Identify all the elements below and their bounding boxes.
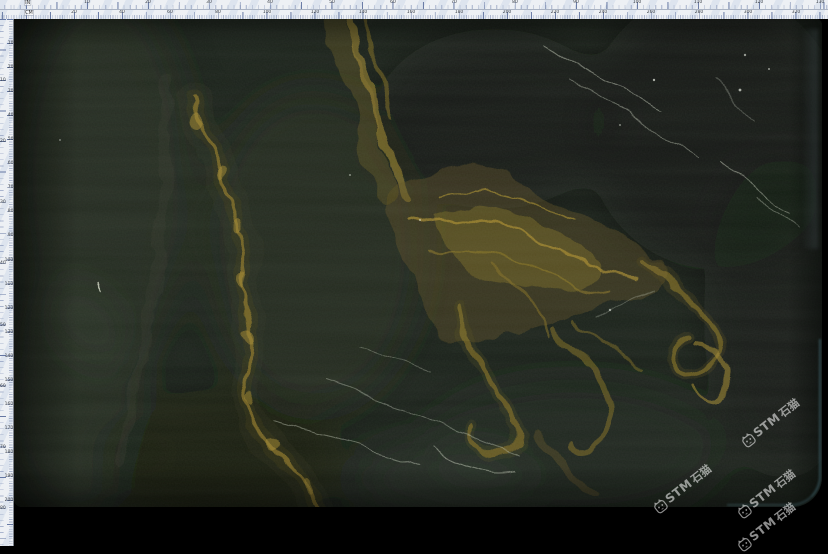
ruler-left-cm-number: 120 bbox=[4, 305, 13, 310]
ruler-top-cm-number: 300 bbox=[743, 10, 752, 15]
slab-scan-viewer: STM 石猫 STM 石猫 STM 石猫 bbox=[0, 0, 828, 552]
ruler-left: 1020304050607080901001101201301401501601… bbox=[0, 19, 14, 546]
ruler-top-cm: CM 20 40 60 80 100 120 140 160 180 200 220 240 260 28… bbox=[0, 10, 828, 19]
ruler-top-inch-number: 90 bbox=[573, 0, 579, 5]
ruler-top-inch-number: 130 bbox=[816, 0, 825, 5]
watermark-instance: STM 石猫 bbox=[734, 499, 798, 554]
ruler-unit-cm-label: CM bbox=[24, 10, 34, 16]
ruler-top-inch-number: 60 bbox=[390, 0, 396, 5]
ruler-top-inch-number: 80 bbox=[512, 0, 518, 5]
ruler-left-inch-number: 60 bbox=[0, 383, 6, 388]
ruler-top-inch-number: 70 bbox=[451, 0, 457, 5]
ruler-left-cm-number: 90 bbox=[7, 233, 13, 238]
ruler-left-inch-number: 70 bbox=[0, 444, 6, 449]
ruler-left-inch-number: 50 bbox=[0, 322, 6, 327]
ruler-top-cm-number: 220 bbox=[551, 10, 560, 15]
slab-photo bbox=[14, 19, 822, 507]
ruler-top-inch-number: 20 bbox=[145, 0, 151, 5]
ruler-top-cm-number: 240 bbox=[599, 10, 608, 15]
ruler-top-inch-number: 10 bbox=[84, 0, 90, 5]
ruler-left-inch-number: 30 bbox=[0, 200, 6, 205]
ruler-left-inch-number: 10 bbox=[0, 78, 6, 83]
ruler-left-inch-number: 40 bbox=[0, 261, 6, 266]
ruler-top-inch-number: 120 bbox=[755, 0, 764, 5]
ruler-left-cm-number: 200 bbox=[4, 498, 13, 503]
ruler-top-cm-number: 140 bbox=[358, 10, 367, 15]
ruler-top-inch-number: 100 bbox=[633, 0, 642, 5]
ruler-left-inch-number: 20 bbox=[0, 139, 6, 144]
ruler-top-inch-ticks bbox=[0, 0, 828, 9]
ruler-left-cm-number: 80 bbox=[7, 209, 13, 214]
ruler-left-cm-number: 140 bbox=[4, 353, 13, 358]
ruler-left-cm-number: 20 bbox=[7, 65, 13, 70]
ruler-top-cm-number: 320 bbox=[791, 10, 800, 15]
ruler-top-cm-number: 160 bbox=[407, 10, 416, 15]
ruler-left-cm-number: 150 bbox=[4, 378, 13, 383]
cat-logo-icon bbox=[735, 535, 753, 553]
ruler-top-cm-number: 60 bbox=[167, 10, 173, 15]
ruler-left-cm-number: 180 bbox=[4, 450, 13, 455]
ruler-top-cm-number: 80 bbox=[216, 10, 222, 15]
ruler-left-cm-number: 110 bbox=[4, 281, 13, 286]
ruler-left-cm-number: 50 bbox=[7, 137, 13, 142]
ruler-unit-inch-label: IN bbox=[24, 0, 31, 6]
ruler-left-inch-number: 80 bbox=[0, 506, 6, 511]
ruler-left-cm-number: 30 bbox=[7, 89, 13, 94]
ruler-left-cm-number: 10 bbox=[7, 41, 13, 46]
ruler-top-inch-number: 110 bbox=[694, 0, 703, 5]
ruler-top-cm-number: 180 bbox=[455, 10, 464, 15]
ruler-top-cm-number: 40 bbox=[119, 10, 125, 15]
ruler-top: IN 10 20 30 40 50 60 70 80 90 100 110 120 130 CM 20 4… bbox=[0, 0, 828, 19]
ruler-left-cm-number: 40 bbox=[7, 113, 13, 118]
ruler-top-cm-number: 20 bbox=[71, 10, 77, 15]
ruler-top-cm-number: 280 bbox=[695, 10, 704, 15]
watermark-brand-text: STM bbox=[747, 514, 779, 544]
ruler-top-cm-number: 200 bbox=[503, 10, 512, 15]
ruler-top-inch-number: 50 bbox=[329, 0, 335, 5]
ruler-top-inch-number: 30 bbox=[206, 0, 212, 5]
ruler-left-cm-number: 190 bbox=[4, 474, 13, 479]
screen: { "viewer": { "background": "#000000", "… bbox=[0, 0, 828, 552]
ruler-left-cm-number: 70 bbox=[7, 185, 13, 190]
ruler-left-cm-number: 130 bbox=[4, 329, 13, 334]
ruler-top-cm-number: 120 bbox=[310, 10, 319, 15]
ruler-top-inch: IN 10 20 30 40 50 60 70 80 90 100 110 120 130 bbox=[0, 0, 828, 10]
ruler-left-cm-number: 170 bbox=[4, 426, 13, 431]
ruler-top-cm-number: 260 bbox=[647, 10, 656, 15]
slab-texture bbox=[14, 19, 822, 507]
ruler-left-cm-number: 60 bbox=[7, 161, 13, 166]
ruler-left-cm-number: 160 bbox=[4, 402, 13, 407]
ruler-top-inch-number: 40 bbox=[268, 0, 274, 5]
ruler-top-cm-number: 100 bbox=[262, 10, 271, 15]
